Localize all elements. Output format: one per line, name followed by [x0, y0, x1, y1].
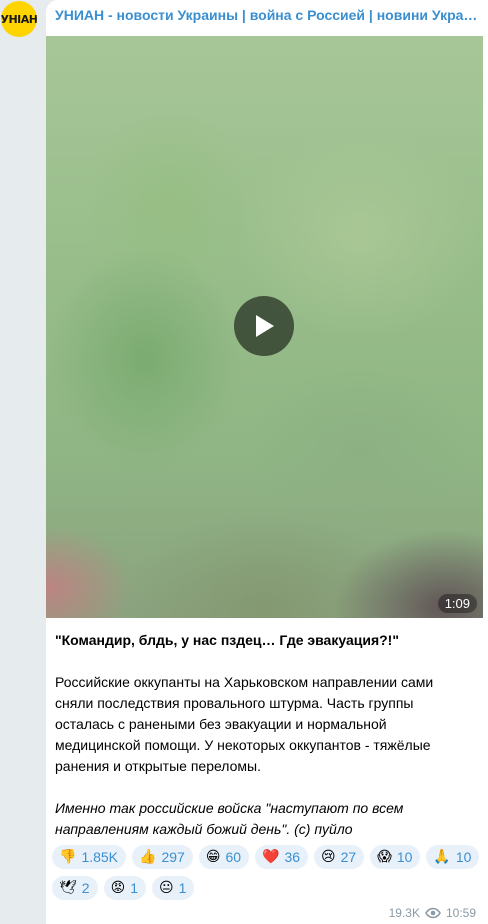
- message-italic-quote: Именно так российские войска "наступают …: [55, 800, 404, 837]
- video-duration: 1:09: [437, 594, 477, 613]
- message-text: "Командир, блдь, у нас пздец… Где эвакуа…: [55, 630, 475, 840]
- channel-avatar[interactable]: УНIАН: [1, 1, 37, 37]
- eye-icon: [425, 907, 441, 919]
- avatar-logo-text: УНIАН: [1, 12, 37, 26]
- reaction-thumbs-down[interactable]: 👎 1.85K: [52, 845, 127, 869]
- reaction-count: 2: [81, 880, 90, 896]
- reaction-angry[interactable]: 😡 1: [103, 876, 146, 900]
- neutral-face-icon: 😐: [158, 880, 174, 896]
- message-time: 10:59: [445, 906, 476, 920]
- angry-face-icon: 😡: [110, 880, 126, 896]
- reaction-scream[interactable]: 😱 10: [370, 845, 421, 869]
- play-button[interactable]: [234, 296, 294, 356]
- dove-icon: 🕊: [59, 880, 77, 896]
- reactions-bar: 👎 1.85K 👍 297 😁 60 ❤️ 36 😢 27 😱 10 🙏 10: [52, 845, 482, 900]
- channel-name[interactable]: УНИАН - новости Украины | война с Россие…: [55, 7, 480, 23]
- message-meta: 19.3K 10:59: [389, 906, 476, 920]
- reaction-crying[interactable]: 😢 27: [314, 845, 365, 869]
- reaction-grin[interactable]: 😁 60: [198, 845, 250, 869]
- reaction-pray[interactable]: 🙏 10: [426, 845, 480, 869]
- message-bubble: УНИАН - новости Украины | война с Россие…: [46, 0, 488, 924]
- reaction-count: 1.85K: [81, 849, 119, 865]
- reaction-neutral[interactable]: 😐 1: [151, 876, 195, 900]
- reaction-count: 297: [161, 849, 185, 865]
- reaction-count: 10: [396, 849, 413, 865]
- view-count: 19.3K: [388, 906, 420, 920]
- reaction-count: 1: [178, 880, 187, 896]
- message-headline: "Командир, блдь, у нас пздец… Где эвакуа…: [55, 632, 399, 648]
- crying-face-icon: 😢: [321, 849, 336, 865]
- reaction-heart[interactable]: ❤️ 36: [255, 845, 309, 869]
- reaction-count: 10: [455, 849, 472, 865]
- grin-icon: 😁: [205, 849, 221, 865]
- reaction-count: 36: [284, 849, 301, 865]
- reaction-dove[interactable]: 🕊 2: [52, 876, 98, 900]
- screaming-face-icon: 😱: [377, 849, 392, 865]
- reaction-thumbs-up[interactable]: 👍 297: [132, 845, 193, 869]
- reaction-count: 1: [130, 880, 138, 896]
- heart-icon: ❤️: [262, 849, 280, 865]
- thumbs-down-icon: 👎: [59, 849, 77, 865]
- praying-hands-icon: 🙏: [433, 849, 451, 865]
- thumbs-up-icon: 👍: [139, 849, 157, 865]
- message-body: Российские оккупанты на Харьковском напр…: [55, 674, 434, 774]
- reaction-count: 60: [225, 849, 242, 865]
- reaction-count: 27: [340, 849, 357, 865]
- video-preview[interactable]: 1:09: [46, 36, 483, 618]
- play-icon: [256, 315, 274, 337]
